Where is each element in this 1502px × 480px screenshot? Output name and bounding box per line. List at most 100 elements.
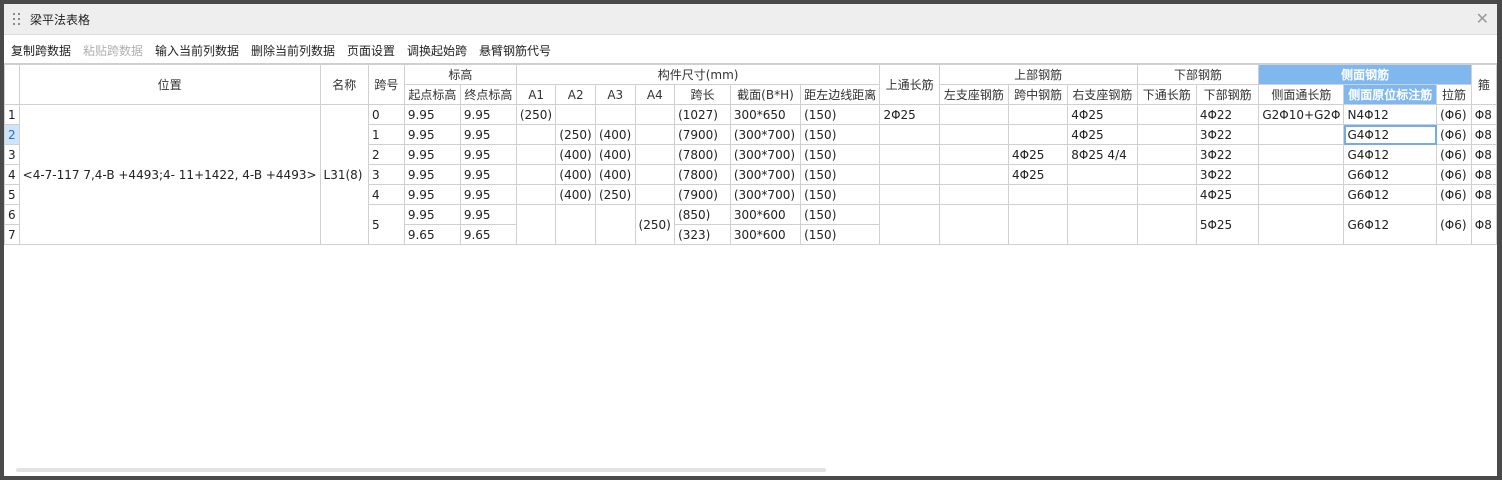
a4-cell[interactable] <box>634 144 676 165</box>
truncated-cell[interactable]: Φ8 <box>1470 144 1497 165</box>
col-span-length-header[interactable]: 跨长 <box>674 84 731 105</box>
truncated-cell[interactable]: Φ8 <box>1470 164 1497 185</box>
page-setup-button[interactable]: 页面设置 <box>347 42 395 59</box>
col-left-support-header[interactable]: 左支座钢筋 <box>938 84 1010 105</box>
horizontal-scrollbar[interactable] <box>16 468 826 472</box>
mid-span-cell[interactable]: 4Φ25 <box>1007 164 1069 185</box>
bottom-through-cell[interactable] <box>1136 164 1197 185</box>
col-side-mark-header[interactable]: 侧面原位标注筋 <box>1343 84 1438 105</box>
a4-cell[interactable] <box>634 124 676 145</box>
left-support-cell[interactable] <box>938 164 1010 185</box>
tie-cell[interactable]: (Φ6) <box>1436 184 1472 205</box>
col-a1-header[interactable]: A1 <box>515 84 557 105</box>
a3-cell[interactable]: (400) <box>594 124 636 145</box>
a3-cell[interactable]: (400) <box>594 144 636 165</box>
span-cell[interactable]: 5 <box>367 204 405 245</box>
row-number[interactable]: 3 <box>4 144 20 165</box>
side-mark-cell[interactable]: G6Φ12 <box>1343 164 1438 185</box>
col-side-rebar-header[interactable]: 侧面钢筋 <box>1258 64 1472 85</box>
side-mark-cell[interactable]: N4Φ12 <box>1343 104 1438 125</box>
a2-cell[interactable]: (250) <box>555 124 596 145</box>
truncated-cell[interactable]: Φ8 <box>1470 124 1497 145</box>
col-right-support-header[interactable]: 右支座钢筋 <box>1067 84 1138 105</box>
span-length-cell[interactable]: (323) <box>674 224 731 245</box>
end-elev-cell[interactable]: 9.95 <box>459 104 517 125</box>
a4-cell[interactable]: (250) <box>634 204 676 245</box>
span-cell[interactable]: 0 <box>367 104 405 125</box>
a2-cell[interactable]: (400) <box>555 164 596 185</box>
truncated-cell[interactable]: Φ8 <box>1470 184 1497 205</box>
end-elev-cell[interactable]: 9.95 <box>459 164 517 185</box>
left-support-cell[interactable] <box>938 204 1010 245</box>
cantilever-rebar-code-button[interactable]: 悬臂钢筋代号 <box>479 42 551 59</box>
left-dist-cell[interactable]: (150) <box>800 204 881 225</box>
mid-span-cell[interactable] <box>1007 184 1069 205</box>
truncated-cell[interactable]: Φ8 <box>1470 104 1497 125</box>
side-mark-cell-current[interactable]: G4Φ12 <box>1343 124 1438 145</box>
col-truncated-header[interactable]: 箍 <box>1470 64 1497 105</box>
bottom-through-cell[interactable] <box>1136 124 1197 145</box>
span-length-cell[interactable]: (7800) <box>674 144 731 165</box>
bottom-through-cell[interactable] <box>1136 184 1197 205</box>
col-a2-header[interactable]: A2 <box>555 84 596 105</box>
a1-cell[interactable] <box>515 124 557 145</box>
beam-name-cell[interactable]: L31(8) <box>319 104 369 245</box>
left-dist-cell[interactable]: (150) <box>800 224 881 245</box>
row-number[interactable]: 7 <box>4 224 20 245</box>
title-bar[interactable]: 梁平法表格 ✕ <box>4 4 1497 35</box>
side-through-cell[interactable] <box>1258 124 1345 145</box>
span-length-cell[interactable]: (7900) <box>674 124 731 145</box>
swap-start-span-button[interactable]: 调换起始跨 <box>407 42 467 59</box>
mid-span-cell[interactable] <box>1007 104 1069 125</box>
a1-cell[interactable] <box>515 184 557 205</box>
section-cell[interactable]: 300*600 <box>729 204 802 225</box>
col-start-elev-header[interactable]: 起点标高 <box>403 84 461 105</box>
left-dist-cell[interactable]: (150) <box>800 104 881 125</box>
bottom-through-cell[interactable] <box>1136 144 1197 165</box>
left-support-cell[interactable] <box>938 104 1010 125</box>
tie-cell[interactable]: (Φ6) <box>1436 164 1472 185</box>
top-through-cell[interactable] <box>879 144 940 165</box>
a2-cell[interactable] <box>555 204 596 245</box>
bottom-bars-cell[interactable]: 5Φ25 <box>1195 204 1260 245</box>
col-side-through-header[interactable]: 侧面通长筋 <box>1258 84 1345 105</box>
bottom-through-cell[interactable] <box>1136 204 1197 245</box>
bottom-bars-cell[interactable]: 3Φ22 <box>1195 164 1260 185</box>
start-elev-cell[interactable]: 9.95 <box>403 124 461 145</box>
top-through-cell[interactable] <box>879 204 940 245</box>
left-dist-cell[interactable]: (150) <box>800 184 881 205</box>
start-elev-cell[interactable]: 9.95 <box>403 204 461 225</box>
a4-cell[interactable] <box>634 104 676 125</box>
col-bottom-rebar-header[interactable]: 下部钢筋 <box>1136 64 1260 85</box>
col-elevation-header[interactable]: 标高 <box>403 64 517 85</box>
side-mark-cell[interactable]: G6Φ12 <box>1343 184 1438 205</box>
col-a3-header[interactable]: A3 <box>594 84 636 105</box>
col-a4-header[interactable]: A4 <box>634 84 676 105</box>
a2-cell[interactable]: (400) <box>555 184 596 205</box>
a3-cell[interactable] <box>594 204 636 245</box>
section-cell[interactable]: (300*700) <box>729 124 802 145</box>
tie-cell[interactable]: (Φ6) <box>1436 104 1472 125</box>
a4-cell[interactable] <box>634 164 676 185</box>
col-left-dist-header[interactable]: 距左边线距离 <box>800 84 881 105</box>
section-cell[interactable]: 300*650 <box>729 104 802 125</box>
span-cell[interactable]: 2 <box>367 144 405 165</box>
row-number[interactable]: 4 <box>4 164 20 185</box>
end-elev-cell[interactable]: 9.95 <box>459 204 517 225</box>
left-support-cell[interactable] <box>938 124 1010 145</box>
data-grid[interactable]: 位置 名称 跨号 标高 构件尺寸(mm) 上通长筋 上部钢筋 下部钢筋 侧面钢筋… <box>4 63 1497 476</box>
position-cell[interactable]: <4-7-117 7,4-B +4493;4- 11+1422, 4-B +44… <box>18 104 321 245</box>
col-span-header[interactable]: 跨号 <box>367 64 405 105</box>
a3-cell[interactable] <box>594 104 636 125</box>
end-elev-cell[interactable]: 9.95 <box>459 184 517 205</box>
tie-cell[interactable]: (Φ6) <box>1436 144 1472 165</box>
start-elev-cell[interactable]: 9.95 <box>403 104 461 125</box>
right-support-cell[interactable]: 4Φ25 <box>1067 124 1138 145</box>
a1-cell[interactable] <box>515 144 557 165</box>
section-cell[interactable]: 300*600 <box>729 224 802 245</box>
row-number[interactable]: 5 <box>4 184 20 205</box>
a3-cell[interactable]: (400) <box>594 164 636 185</box>
right-support-cell[interactable]: 4Φ25 <box>1067 104 1138 125</box>
side-mark-cell[interactable]: G4Φ12 <box>1343 144 1438 165</box>
end-elev-cell[interactable]: 9.65 <box>459 224 517 245</box>
